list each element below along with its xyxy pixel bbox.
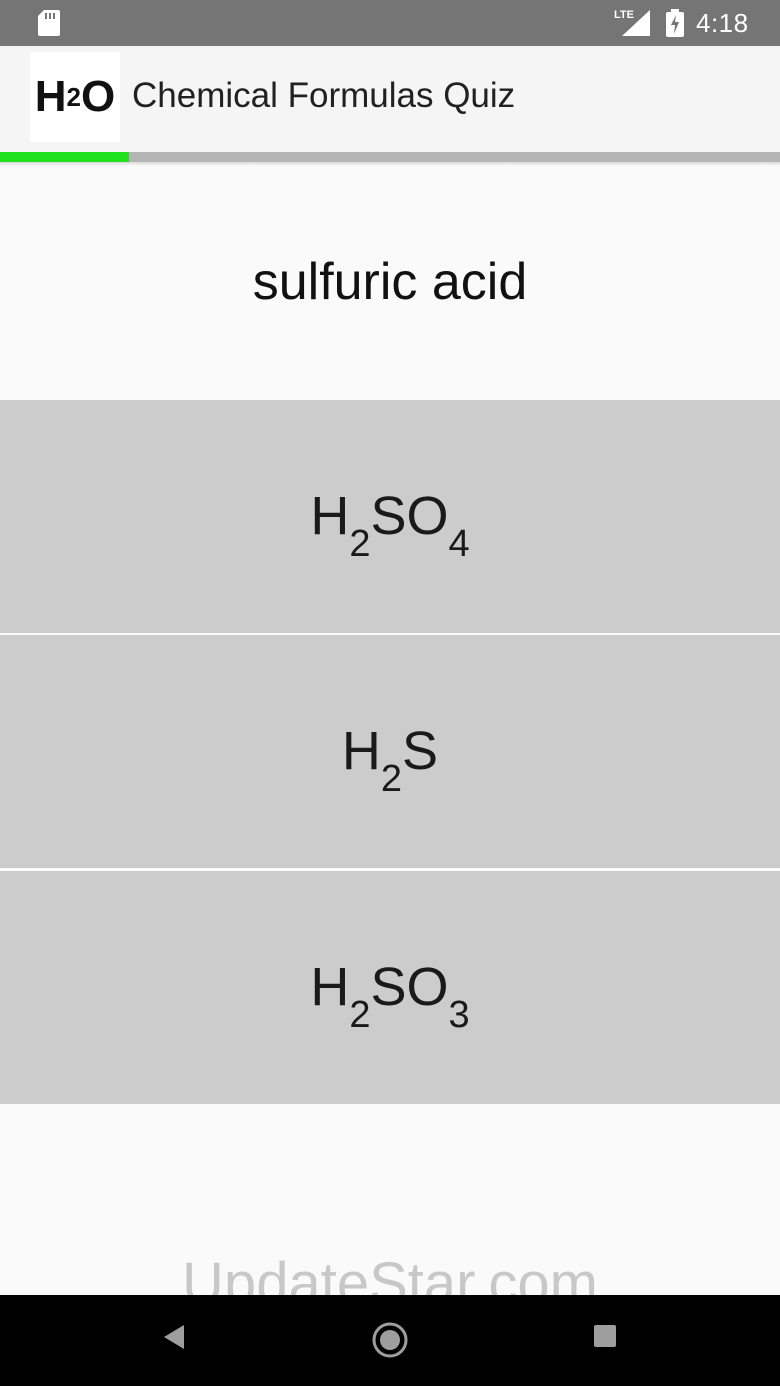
clock-time: 4:18 [696, 8, 749, 38]
recents-icon[interactable] [594, 1325, 616, 1352]
home-icon[interactable] [371, 1321, 409, 1364]
answer-formula: H2SO4 [310, 486, 470, 565]
quiz-progress-fill [0, 152, 129, 162]
answer-option-2[interactable]: H2S [0, 635, 780, 868]
app-logo-icon: H2O [30, 52, 120, 142]
navigation-bar [0, 1295, 780, 1386]
answer-formula: H2SO3 [310, 957, 470, 1036]
signal-icon [622, 10, 650, 41]
back-icon[interactable] [162, 1323, 186, 1356]
question-text: sulfuric acid [252, 253, 528, 311]
quiz-progress-bar [0, 152, 780, 162]
sd-card-icon [38, 10, 60, 41]
answer-option-3[interactable]: H2SO3 [0, 871, 780, 1104]
app-bar: H2O Chemical Formulas Quiz [0, 46, 780, 152]
battery-charging-icon [666, 9, 684, 42]
answer-option-1[interactable]: H2SO4 [0, 400, 780, 633]
status-bar: LTE 4:18 [0, 0, 780, 46]
app-title: Chemical Formulas Quiz [132, 76, 516, 115]
answer-formula: H2S [341, 721, 439, 800]
